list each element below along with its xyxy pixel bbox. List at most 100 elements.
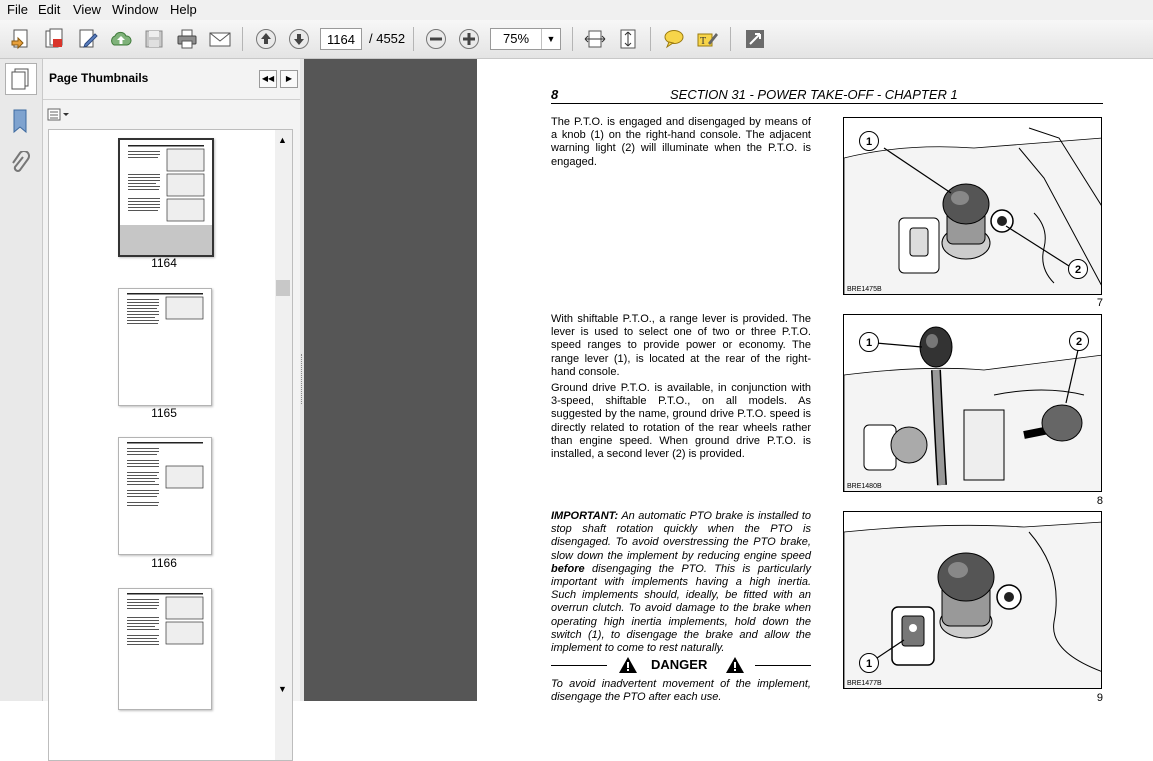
document-background	[304, 59, 477, 701]
callout-number: 1	[859, 332, 879, 352]
document-page[interactable]: 8 SECTION 31 - POWER TAKE-OFF - CHAPTER …	[477, 59, 1153, 704]
range-lever-illustration	[844, 326, 1101, 491]
thumbnails-panel: Page Thumbnails ◀◀ ▶ 1164 1165 1166 ▲ ▼	[43, 59, 300, 761]
thumbnails-scrollbar[interactable]: ▲ ▼	[275, 130, 292, 760]
edit-document-icon	[79, 29, 98, 48]
important-note: IMPORTANT: An automatic PTO brake is ins…	[551, 510, 811, 655]
arrow-up-icon	[256, 29, 276, 49]
paragraph: With shiftable P.T.O., a range lever is …	[551, 313, 811, 378]
next-page-button[interactable]	[286, 26, 312, 52]
print-button[interactable]	[174, 26, 200, 52]
panel-title: Page Thumbnails	[49, 71, 149, 85]
thumbnail-preview-icon	[127, 593, 204, 645]
navigation-rail	[0, 59, 43, 701]
panel-menu-button[interactable]: ▶	[280, 70, 298, 88]
highlight-button[interactable]: T	[694, 26, 720, 52]
callout-number: 1	[859, 653, 879, 673]
scroll-down-icon[interactable]: ▼	[278, 684, 287, 694]
thumbnail-preview-icon	[120, 140, 212, 225]
thumbnail-page[interactable]	[118, 138, 214, 257]
thumbnails-list[interactable]: 1164 1165 1166 ▲ ▼	[48, 129, 293, 761]
thumbnail-page[interactable]	[118, 288, 212, 406]
danger-text: To avoid inadvertent movement of the imp…	[551, 678, 811, 704]
plus-icon	[459, 29, 479, 49]
thumbnail-page[interactable]	[118, 437, 212, 555]
figure-number: 8	[1096, 495, 1103, 507]
toolbar: / 4552 75% ▼ T	[0, 20, 1153, 59]
menu-file[interactable]: File	[7, 2, 28, 17]
expand-arrows-icon	[746, 30, 764, 48]
important-label: IMPORTANT:	[551, 510, 619, 522]
danger-banner: DANGER	[551, 656, 811, 674]
figure: 1 2 BRE1475B	[843, 117, 1102, 295]
scroll-up-icon[interactable]: ▲	[278, 135, 287, 145]
combine-files-icon	[45, 28, 63, 48]
menu-help[interactable]: Help	[170, 2, 197, 17]
page-heading: SECTION 31 - POWER TAKE-OFF - CHAPTER 1	[670, 87, 958, 102]
zoom-in-button[interactable]	[456, 26, 482, 52]
paragraph: Ground drive P.T.O. is available, in con…	[551, 382, 811, 461]
pto-console-illustration	[844, 127, 1101, 294]
bookmarks-tab[interactable]	[8, 107, 32, 135]
svg-text:T: T	[700, 36, 706, 47]
menu-view[interactable]: View	[73, 2, 101, 17]
thumbnail-viewport-overlay	[120, 225, 212, 255]
paperclip-icon	[12, 150, 30, 172]
header-rule	[551, 103, 1103, 104]
callout-number: 2	[1068, 259, 1088, 279]
save-button[interactable]	[141, 26, 167, 52]
bookmark-icon	[13, 109, 27, 134]
figure: 1 BRE1477B	[843, 511, 1102, 689]
thumbnail-label: 1164	[151, 256, 177, 270]
chevron-down-icon: ▼	[541, 29, 560, 49]
figure-number: 7	[1096, 297, 1103, 309]
figure-code: BRE1480B	[847, 483, 882, 490]
thumbnail-preview-icon	[127, 293, 204, 324]
chevron-right-icon: ▶	[285, 74, 293, 83]
warning-triangle-icon	[619, 657, 637, 673]
envelope-icon	[209, 32, 231, 47]
floppy-disk-icon	[145, 30, 163, 48]
thumbnail-page[interactable]	[118, 588, 212, 710]
zoom-select[interactable]: 75% ▼	[490, 28, 561, 50]
danger-label: DANGER	[651, 657, 708, 672]
arrow-down-icon	[289, 29, 309, 49]
callout-number: 1	[859, 131, 879, 151]
create-pdf-button[interactable]	[8, 26, 34, 52]
speech-bubble-icon	[664, 30, 684, 49]
email-button[interactable]	[207, 26, 233, 52]
scrollbar-thumb[interactable]	[276, 280, 290, 296]
page-thumbnails-tab[interactable]	[5, 63, 37, 95]
pages-icon	[11, 68, 29, 90]
thumbnail-options-button[interactable]	[47, 107, 71, 125]
fit-width-button[interactable]	[582, 26, 608, 52]
warning-triangle-icon	[726, 657, 744, 673]
panel-header: Page Thumbnails ◀◀ ▶	[43, 59, 300, 100]
comment-button[interactable]	[661, 26, 687, 52]
thumbnail-label: 1166	[151, 556, 177, 570]
expand-button[interactable]	[742, 26, 768, 52]
figure-number: 9	[1096, 692, 1103, 704]
menu-window[interactable]: Window	[112, 2, 158, 17]
attachments-tab[interactable]	[8, 150, 32, 179]
callout-number: 2	[1069, 331, 1089, 351]
edit-button[interactable]	[75, 26, 101, 52]
zoom-out-button[interactable]	[423, 26, 449, 52]
minus-icon	[426, 29, 446, 49]
options-list-icon	[47, 108, 69, 121]
fit-page-button[interactable]	[615, 26, 641, 52]
page-number: 8	[551, 87, 559, 102]
menu-edit[interactable]: Edit	[38, 2, 60, 17]
figure: 1 2 BRE1480B	[843, 314, 1102, 492]
cloud-upload-icon	[111, 31, 132, 46]
figure-code: BRE1477B	[847, 680, 882, 687]
thumbnail-preview-icon	[127, 442, 204, 506]
fit-width-icon	[584, 30, 606, 48]
fit-page-icon	[620, 29, 636, 49]
previous-page-button[interactable]	[253, 26, 279, 52]
page-number-input[interactable]	[320, 28, 362, 50]
collapse-panel-button[interactable]: ◀◀	[259, 70, 277, 88]
combine-files-button[interactable]	[41, 26, 67, 52]
upload-button[interactable]	[108, 26, 134, 52]
figure-code: BRE1475B	[847, 286, 882, 293]
